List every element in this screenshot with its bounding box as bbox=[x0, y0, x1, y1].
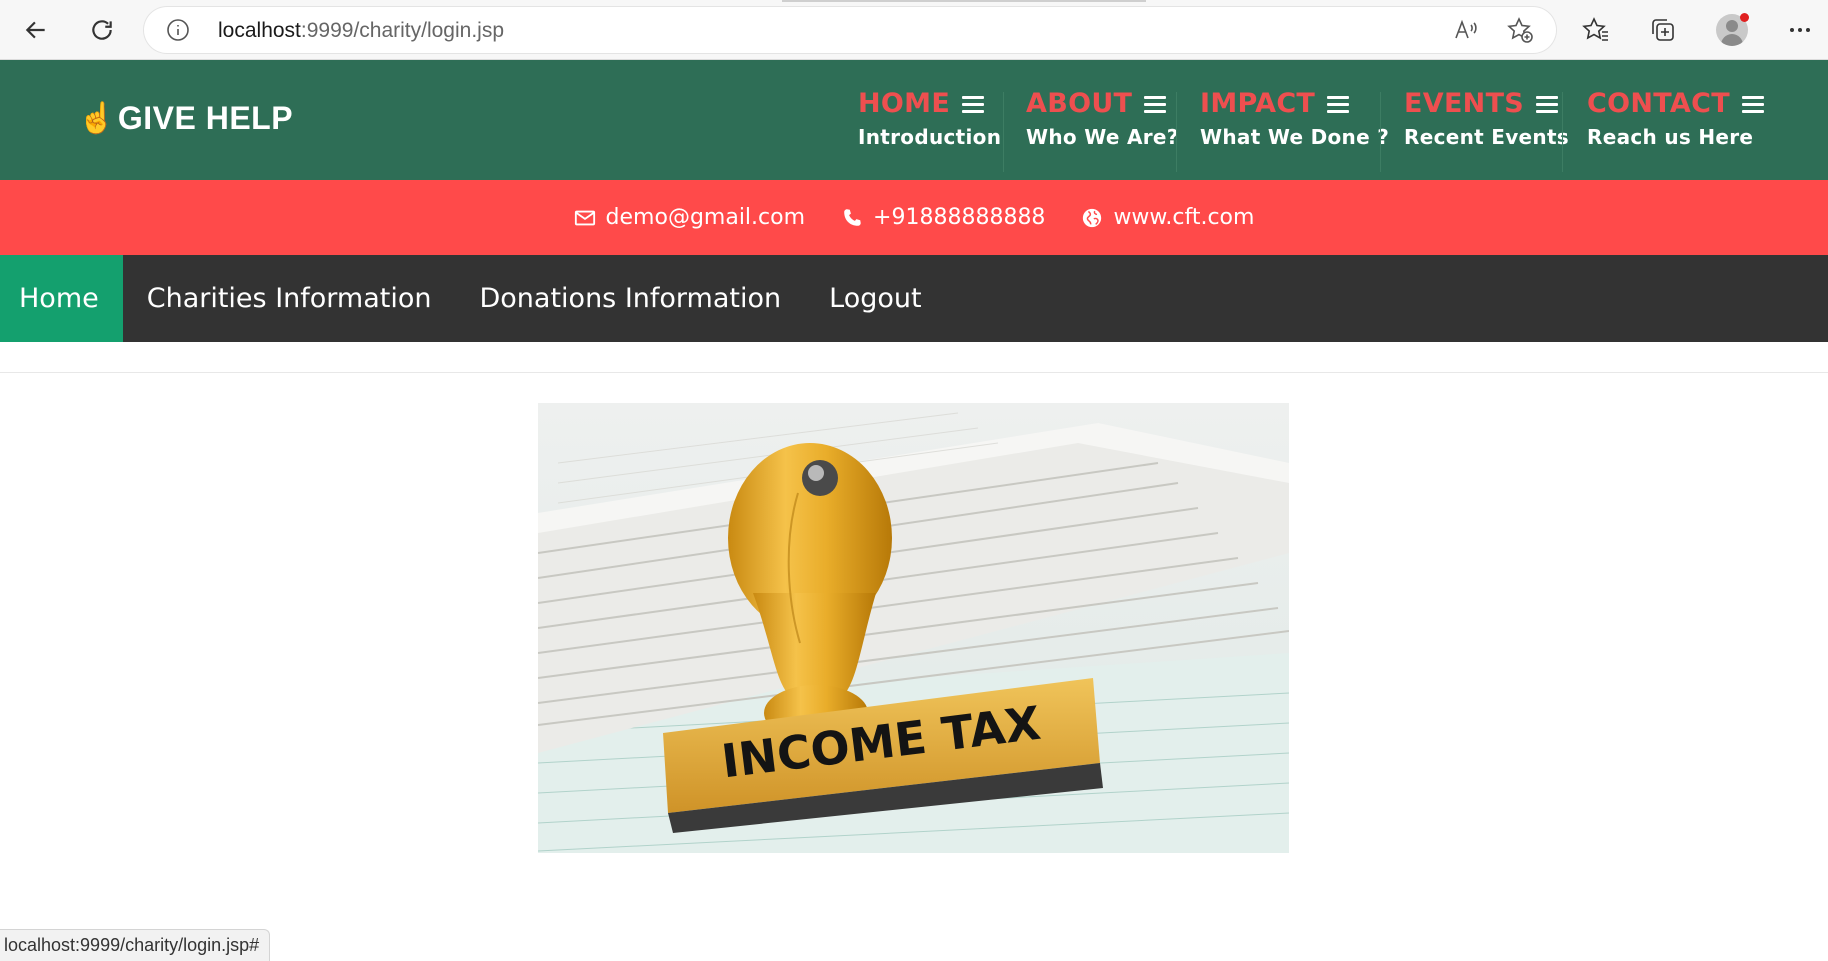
contact-phone-text: +91888888888 bbox=[873, 205, 1046, 230]
favorites-icon[interactable] bbox=[1578, 12, 1614, 48]
menu-title: CONTACT bbox=[1587, 88, 1730, 119]
globe-icon bbox=[1083, 208, 1102, 227]
menu-divider bbox=[1176, 92, 1177, 172]
menu-title: ABOUT bbox=[1026, 88, 1133, 119]
contact-bar: demo@gmail.com +91888888888 www.cft.com bbox=[0, 180, 1828, 255]
nav-logout[interactable]: Logout bbox=[805, 255, 945, 342]
contact-website[interactable]: www.cft.com bbox=[1081, 205, 1254, 230]
menu-hamburger-icon bbox=[1327, 95, 1350, 113]
income-tax-stamp-image: INCOME TAX bbox=[538, 403, 1289, 853]
menu-subtitle: Reach us Here bbox=[1587, 125, 1754, 149]
collections-icon[interactable] bbox=[1645, 12, 1681, 48]
contact-website-text: www.cft.com bbox=[1113, 205, 1255, 230]
nav-donations-information[interactable]: Donations Information bbox=[456, 255, 806, 342]
menu-subtitle: What We Done ? bbox=[1200, 125, 1390, 149]
menu-subtitle: Recent Events bbox=[1404, 125, 1570, 149]
menu-title: HOME bbox=[858, 88, 951, 119]
tab-strip-accent bbox=[782, 0, 1146, 2]
url-path: :9999/charity/login.jsp bbox=[300, 19, 505, 42]
main-menu: HOME Introduction ABOUT Who We Are? IMPA… bbox=[0, 88, 1828, 172]
menu-hamburger-icon bbox=[1536, 95, 1559, 113]
read-aloud-icon[interactable] bbox=[1452, 16, 1480, 44]
more-options-icon[interactable] bbox=[1782, 12, 1818, 48]
menu-divider bbox=[1003, 92, 1004, 172]
menu-subtitle: Who We Are? bbox=[1026, 125, 1179, 149]
address-bar[interactable]: localhost:9999/charity/login.jsp bbox=[144, 7, 1556, 53]
menu-divider bbox=[1562, 92, 1563, 172]
menu-item-contact[interactable]: CONTACT Reach us Here bbox=[1587, 88, 1764, 158]
menu-title: EVENTS bbox=[1404, 88, 1525, 119]
menu-item-impact[interactable]: IMPACT What We Done ? bbox=[1200, 88, 1389, 158]
phone-icon bbox=[844, 208, 861, 226]
content-divider bbox=[0, 372, 1828, 373]
refresh-icon[interactable] bbox=[82, 10, 122, 50]
menu-divider bbox=[1380, 92, 1381, 172]
url-host: localhost bbox=[218, 19, 301, 42]
menu-item-events[interactable]: EVENTS Recent Events bbox=[1404, 88, 1569, 158]
url-text[interactable]: localhost:9999/charity/login.jsp bbox=[218, 19, 504, 43]
menu-hamburger-icon bbox=[1741, 95, 1764, 113]
nav-home[interactable]: Home bbox=[0, 255, 123, 342]
menu-title: IMPACT bbox=[1200, 88, 1316, 119]
menu-hamburger-icon bbox=[962, 95, 985, 113]
site-header: ☝ GIVE HELP HOME Introduction ABOUT Who … bbox=[0, 60, 1828, 180]
status-bar-url: localhost:9999/charity/login.jsp# bbox=[0, 929, 271, 961]
menu-subtitle: Introduction bbox=[858, 125, 1002, 149]
menu-item-about[interactable]: ABOUT Who We Are? bbox=[1026, 88, 1179, 158]
contact-email[interactable]: demo@gmail.com bbox=[574, 205, 805, 230]
add-favorite-icon[interactable] bbox=[1506, 16, 1534, 44]
browser-toolbar: localhost:9999/charity/login.jsp bbox=[0, 0, 1828, 60]
back-icon[interactable] bbox=[16, 10, 56, 50]
nav-charities-information[interactable]: Charities Information bbox=[123, 255, 456, 342]
notification-dot bbox=[1740, 13, 1749, 22]
contact-phone[interactable]: +91888888888 bbox=[841, 205, 1045, 230]
contact-email-text: demo@gmail.com bbox=[605, 205, 806, 230]
menu-item-home[interactable]: HOME Introduction bbox=[858, 88, 1001, 158]
envelope-icon bbox=[574, 210, 595, 225]
info-icon[interactable] bbox=[166, 18, 190, 42]
menu-hamburger-icon bbox=[1144, 95, 1167, 113]
main-nav: Home Charities Information Donations Inf… bbox=[0, 255, 1828, 342]
